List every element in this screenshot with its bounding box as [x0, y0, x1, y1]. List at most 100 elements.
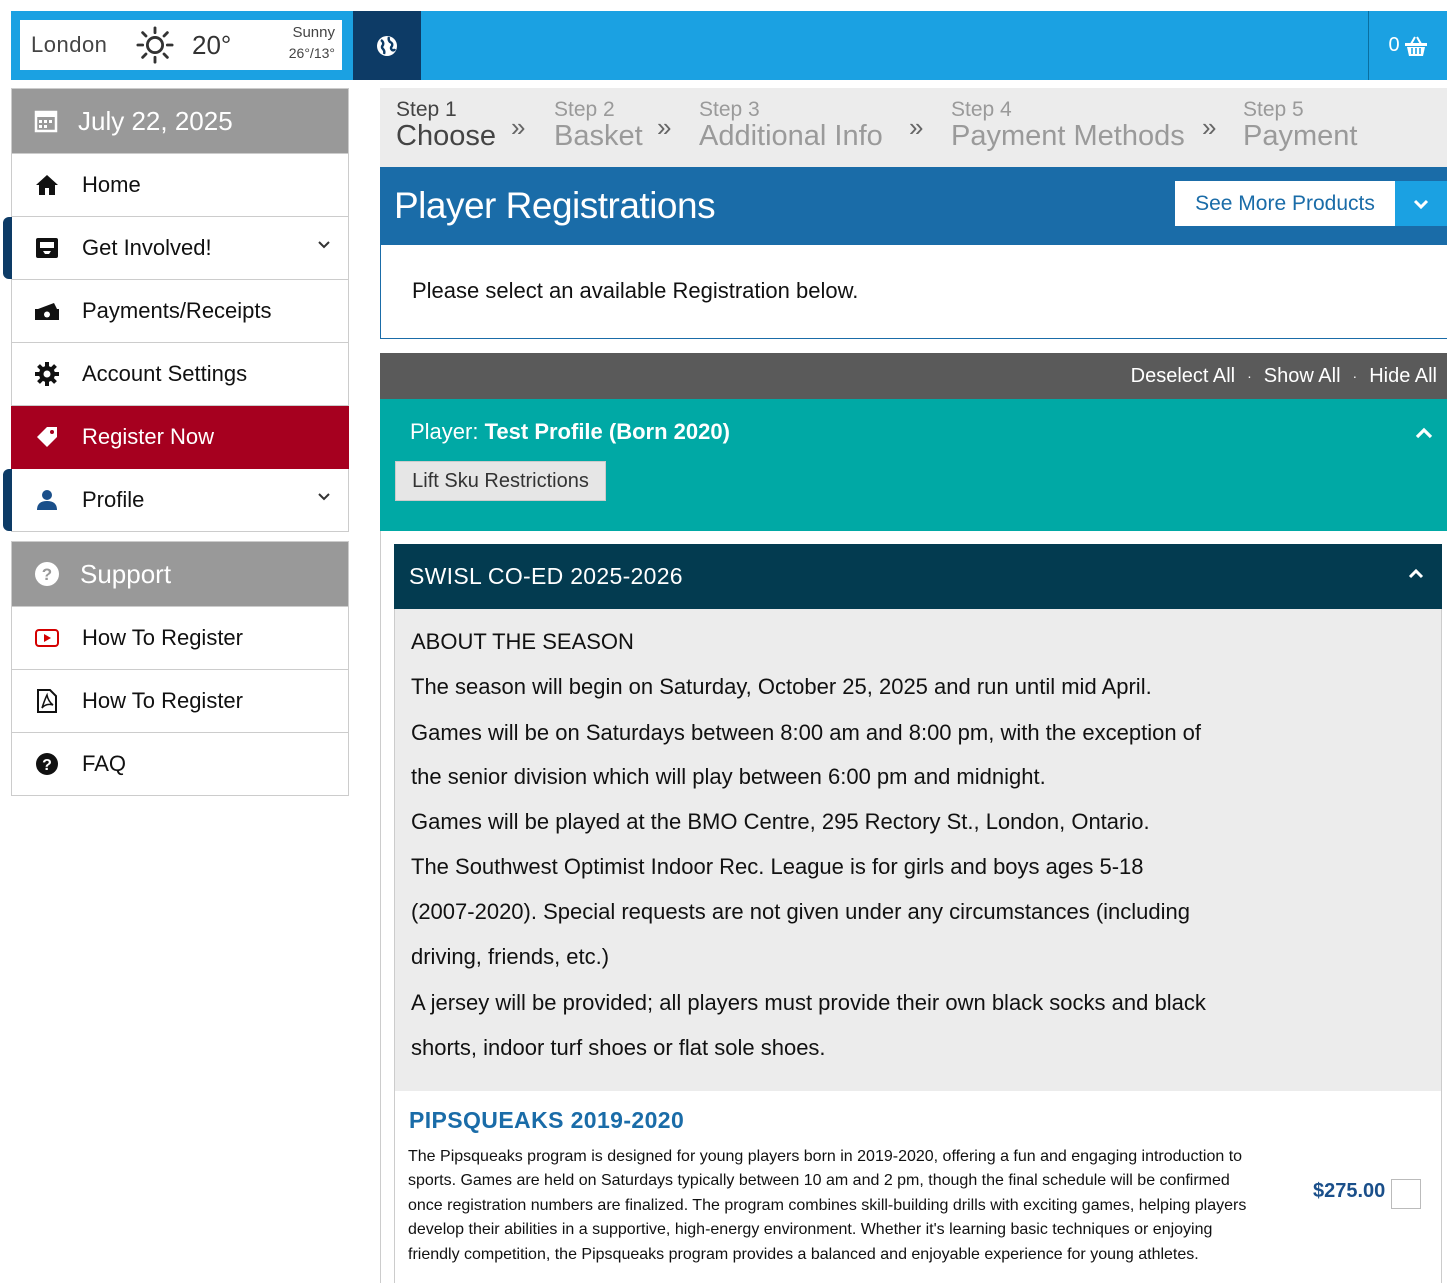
step-number: Step 3 [699, 98, 760, 121]
player-prefix: Player: [410, 419, 479, 444]
help-circle-icon: ? [35, 562, 59, 586]
step-number: Step 1 [396, 98, 457, 121]
checkout-steps: Step 1 Choose » Step 2 Basket » Step 3 A… [380, 88, 1447, 167]
sidebar: July 22, 2025 Home Get Involved! Payment… [3, 88, 349, 796]
step-number: Step 4 [951, 98, 1012, 121]
season-title: SWISL CO-ED 2025-2026 [409, 563, 683, 589]
sidebar-item-profile[interactable]: Profile [3, 469, 349, 532]
page-title: Player Registrations [394, 185, 716, 226]
about-line: shorts, indoor turf shoes or flat sole s… [411, 1035, 826, 1060]
about-line: The season will begin on Saturday, Octob… [411, 674, 1152, 699]
home-icon [34, 172, 60, 198]
sidebar-item-faq[interactable]: ? FAQ [11, 733, 349, 796]
step-name: Choose [396, 120, 496, 152]
registrations-header: Player Registrations See More Products [380, 167, 1447, 245]
user-icon [34, 487, 60, 513]
question-icon: ? [34, 751, 60, 777]
sidebar-item-home[interactable]: Home [11, 154, 349, 217]
basket-icon [1404, 36, 1427, 56]
chevron-down-icon [318, 241, 330, 249]
about-line: Games will be on Saturdays between 8:00 … [411, 720, 1202, 745]
product-item: PIPSQUEAKS 2019-2020 The Pipsqueaks prog… [394, 1091, 1442, 1283]
sidebar-item-get-involved[interactable]: Get Involved! [3, 217, 349, 280]
see-more-products-button[interactable]: See More Products [1175, 181, 1395, 226]
language-button[interactable] [353, 11, 421, 80]
about-line: the senior division which will play betw… [411, 764, 1046, 789]
product-title: PIPSQUEAKS 2019-2020 [409, 1107, 685, 1133]
sidebar-item-account-settings[interactable]: Account Settings [11, 343, 349, 406]
see-more-dropdown-button[interactable] [1395, 181, 1447, 226]
svg-text:?: ? [42, 757, 52, 774]
chevron-down-icon [318, 493, 330, 501]
about-line: Games will be played at the BMO Centre, … [411, 809, 1150, 834]
sidebar-date: July 22, 2025 [78, 105, 233, 136]
player-label: Player: Test Profile (Born 2020) [410, 419, 730, 445]
cash-icon [34, 298, 60, 324]
player-panel: Player: Test Profile (Born 2020) Lift Sk… [380, 399, 1447, 531]
step-separator-icon: » [909, 112, 924, 142]
gear-icon [34, 361, 60, 387]
weather-widget: London 20° Sunny 26°/13° [20, 20, 342, 70]
globe-icon [377, 35, 397, 56]
selection-toolbar: Deselect All · Show All · Hide All [380, 353, 1447, 399]
tag-icon [34, 424, 60, 450]
step-2[interactable]: Step 2 Basket [554, 98, 643, 153]
step-name: Additional Info [699, 120, 883, 152]
weather-city: London [31, 32, 108, 57]
lift-sku-restrictions-button[interactable]: Lift Sku Restrictions [395, 461, 606, 501]
weather-condition: Sunny 26°/13° [289, 23, 335, 63]
weather-temp: 20° [192, 30, 232, 60]
product-description: The Pipsqueaks program is designed for y… [408, 1148, 1247, 1263]
sidebar-item-label: FAQ [82, 751, 127, 776]
season-container: SWISL CO-ED 2025-2026 ABOUT THE SEASON T… [380, 531, 1447, 1283]
weather-range: 26°/13° [288, 45, 335, 61]
deselect-all-link[interactable]: Deselect All [1131, 365, 1236, 388]
step-4[interactable]: Step 4 Payment Methods [951, 98, 1185, 153]
season-about: ABOUT THE SEASON The season will begin o… [394, 609, 1442, 1091]
cart-count: 0 [1388, 34, 1400, 56]
about-line: The Southwest Optimist Indoor Rec. Leagu… [411, 854, 1144, 879]
sidebar-item-label: Home [82, 172, 141, 197]
sidebar-item-register-now[interactable]: Register Now [11, 406, 349, 469]
step-number: Step 2 [554, 98, 615, 121]
inbox-icon [34, 235, 60, 261]
step-1[interactable]: Step 1 Choose [396, 98, 496, 153]
sidebar-support-title: Support [80, 558, 172, 589]
toolbar-separator: · [1352, 368, 1358, 384]
cart-button[interactable]: 0 [1368, 11, 1447, 80]
step-separator-icon: » [657, 112, 672, 142]
hide-all-link[interactable]: Hide All [1369, 365, 1437, 388]
sun-icon [136, 26, 174, 64]
video-icon [34, 625, 60, 651]
step-name: Payment Methods [951, 120, 1185, 152]
product-price: $275.00 [1313, 1180, 1386, 1202]
top-bar: London 20° Sunny 26°/13° 0 [11, 11, 1447, 80]
sidebar-item-label: Account Settings [82, 361, 248, 386]
weather-condition-text: Sunny [292, 24, 335, 41]
player-name: Test Profile (Born 2020) [484, 419, 730, 444]
sidebar-item-label: Register Now [82, 424, 215, 449]
sidebar-item-label: Profile [82, 487, 145, 512]
sidebar-item-label: How To Register [82, 625, 243, 650]
svg-text:?: ? [42, 565, 52, 584]
product-select-checkbox[interactable] [1391, 1179, 1421, 1209]
step-3[interactable]: Step 3 Additional Info [699, 98, 883, 153]
sidebar-item-how-to-register-video[interactable]: How To Register [11, 607, 349, 670]
chevron-up-icon[interactable] [1415, 427, 1433, 439]
about-line: (2007-2020). Special requests are not gi… [411, 899, 1190, 924]
show-all-link[interactable]: Show All [1264, 365, 1341, 388]
sidebar-support-header: ? Support [11, 541, 349, 607]
sidebar-item-how-to-register-pdf[interactable]: How To Register [11, 670, 349, 733]
step-5[interactable]: Step 5 Payment [1243, 98, 1357, 153]
calendar-icon [34, 110, 58, 133]
step-separator-icon: » [511, 112, 526, 142]
chevron-up-icon[interactable] [1408, 568, 1424, 579]
instructions-text: Please select an available Registration … [412, 278, 859, 303]
season-header[interactable]: SWISL CO-ED 2025-2026 [394, 544, 1442, 609]
chevron-down-icon [1413, 199, 1429, 209]
about-line: ABOUT THE SEASON [411, 629, 634, 654]
sidebar-item-label: How To Register [82, 688, 243, 713]
step-number: Step 5 [1243, 98, 1304, 121]
sidebar-item-label: Payments/Receipts [82, 298, 272, 323]
sidebar-item-payments[interactable]: Payments/Receipts [11, 280, 349, 343]
